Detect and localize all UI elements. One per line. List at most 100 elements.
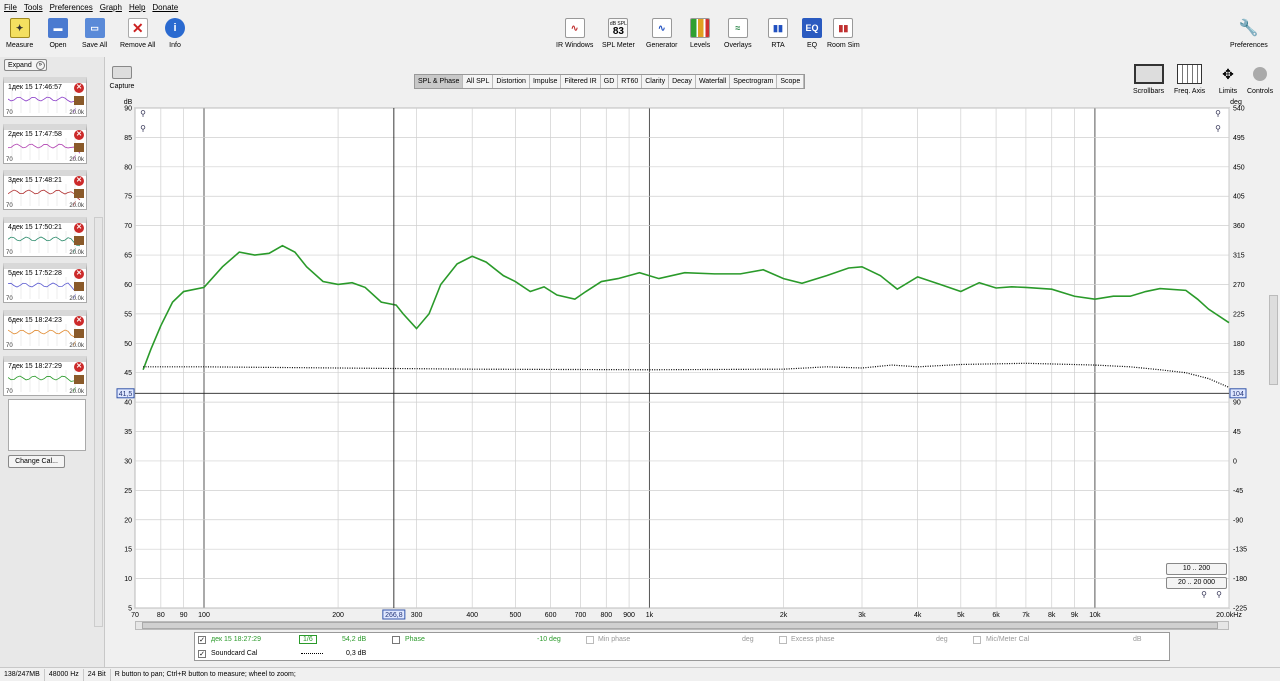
legend-soundcard-level: 0,3 dB	[346, 650, 367, 657]
y-tick-label: 90	[124, 106, 132, 113]
x-tick-label: 5k	[957, 612, 965, 619]
x-tick-label: 6k	[992, 612, 1000, 619]
plot-area	[134, 107, 1230, 609]
legend-soundcard-name: Soundcard Cal	[211, 650, 258, 657]
y2-tick-label: 135	[1233, 370, 1245, 377]
smoothing-selector[interactable]: 1/6	[299, 635, 317, 644]
x-tick-label: 900	[623, 612, 635, 619]
y-tick-label: 30	[124, 458, 132, 465]
range-10-200-button[interactable]: 10 .. 200	[1166, 563, 1227, 575]
x-tick-label: 4k	[914, 612, 922, 619]
x-tick-label: 10k	[1089, 612, 1101, 619]
scrollbar-thumb[interactable]	[142, 622, 1218, 629]
y2-tick-label: 495	[1233, 135, 1245, 142]
cursor-y-label: 41,5	[119, 391, 133, 398]
x-tick-label: 500	[510, 612, 522, 619]
y2-tick-label: 45	[1233, 429, 1241, 436]
horizontal-scrollbar[interactable]	[135, 621, 1229, 630]
y2-tick-label: -45	[1233, 488, 1243, 495]
y2-tick-label: -135	[1233, 547, 1247, 554]
zoom-icon: ⚲	[1215, 124, 1221, 133]
y2-axis-label: deg	[1230, 99, 1242, 106]
y2-tick-label: 90	[1233, 400, 1241, 407]
mic-cal-label: Mic/Meter Cal	[986, 636, 1030, 643]
legend-checkbox-measurement[interactable]: ✓	[198, 636, 206, 644]
y-tick-label: 80	[124, 164, 132, 171]
y-tick-label: 45	[124, 370, 132, 377]
y2-tick-label: 450	[1233, 164, 1245, 171]
cursor-y2-label: 104	[1232, 391, 1244, 398]
y-tick-label: 15	[124, 547, 132, 554]
mic-cal-unit: dB	[1133, 636, 1142, 643]
vertical-scrollbar[interactable]	[1269, 295, 1278, 385]
x-tick-label: 70	[131, 612, 139, 619]
x-tick-label: 80	[157, 612, 165, 619]
hint-status: R button to pan; Ctrl+R button to measur…	[114, 670, 296, 678]
y-tick-label: 85	[124, 135, 132, 142]
x-tick-label: 8k	[1048, 612, 1056, 619]
y-tick-label: 20	[124, 517, 132, 524]
y-tick-label: 70	[124, 223, 132, 230]
memory-status: 138/247MB	[0, 668, 45, 681]
zoom-icon: ⚲	[1215, 109, 1221, 118]
x-tick-label: 600	[545, 612, 557, 619]
y2-tick-label: 360	[1233, 223, 1245, 230]
range-20-20000-button[interactable]: 20 .. 20 000	[1166, 577, 1227, 589]
zoom-icon: ⚲	[1216, 590, 1222, 599]
bitdepth-status: 24 Bit	[84, 668, 111, 681]
samplerate-status: 48000 Hz	[45, 668, 84, 681]
status-bar: 138/247MB 48000 Hz 24 Bit R button to pa…	[0, 667, 1280, 681]
x-tick-label: 20.0kHz	[1216, 612, 1242, 619]
phase-checkbox[interactable]	[392, 636, 400, 644]
y2-tick-label: 405	[1233, 194, 1245, 201]
min-phase-checkbox[interactable]	[586, 636, 594, 644]
y2-tick-label: 225	[1233, 311, 1245, 318]
x-tick-label: 300	[411, 612, 423, 619]
x-tick-label: 9k	[1071, 612, 1079, 619]
x-tick-label: 700	[575, 612, 587, 619]
y2-tick-label: 270	[1233, 282, 1245, 289]
zoom-icon: ⚲	[140, 109, 146, 118]
zoom-icon: ⚲	[1201, 590, 1207, 599]
y2-tick-label: 0	[1233, 458, 1237, 465]
x-tick-label: 90	[180, 612, 188, 619]
x-tick-label: 200	[332, 612, 344, 619]
y-tick-label: 75	[124, 194, 132, 201]
excess-phase-unit: deg	[936, 636, 948, 643]
y2-tick-label: -90	[1233, 517, 1243, 524]
y-tick-label: 55	[124, 311, 132, 318]
phase-label: Phase	[405, 636, 425, 643]
legend-checkbox-soundcard[interactable]: ✓	[198, 650, 206, 658]
y2-tick-label: 315	[1233, 253, 1245, 260]
y2-tick-label: 540	[1233, 106, 1245, 113]
mic-cal-checkbox[interactable]	[973, 636, 981, 644]
x-tick-label: 1k	[646, 612, 654, 619]
x-tick-label: 7k	[1022, 612, 1030, 619]
y-tick-label: 35	[124, 429, 132, 436]
phase-value: -10 deg	[537, 636, 561, 643]
x-tick-label: 2k	[780, 612, 788, 619]
spl-phase-graph[interactable]: 70 80 90 100 200 300 400 500 600 700 800 900 1k 2k 3k 4…	[0, 0, 1280, 640]
legend-panel: ✓ дек 15 18:27:29 1/6 54,2 dB Phase -10 …	[194, 632, 1170, 661]
x-tick-label: 800	[600, 612, 612, 619]
legend-level: 54,2 dB	[342, 636, 367, 643]
x-tick-label: 400	[466, 612, 478, 619]
y2-tick-label: -225	[1233, 606, 1247, 613]
zoom-icon: ⚲	[140, 124, 146, 133]
excess-phase-checkbox[interactable]	[779, 636, 787, 644]
min-phase-unit: deg	[742, 636, 754, 643]
y-tick-label: 5	[128, 606, 132, 613]
x-tick-label: 3k	[858, 612, 866, 619]
y2-tick-label: -180	[1233, 576, 1247, 583]
y2-tick-label: 180	[1233, 341, 1245, 348]
x-tick-label: 100	[198, 612, 210, 619]
y-tick-label: 60	[124, 282, 132, 289]
min-phase-label: Min phase	[598, 636, 631, 643]
y-tick-label: 10	[124, 576, 132, 583]
legend-measurement-name: дек 15 18:27:29	[211, 636, 261, 643]
y-axis-label: dB	[124, 99, 133, 106]
soundcard-line-sample	[301, 653, 323, 654]
cursor-x-label: 266,8	[385, 612, 403, 619]
y-tick-label: 50	[124, 341, 132, 348]
y-tick-label: 65	[124, 253, 132, 260]
